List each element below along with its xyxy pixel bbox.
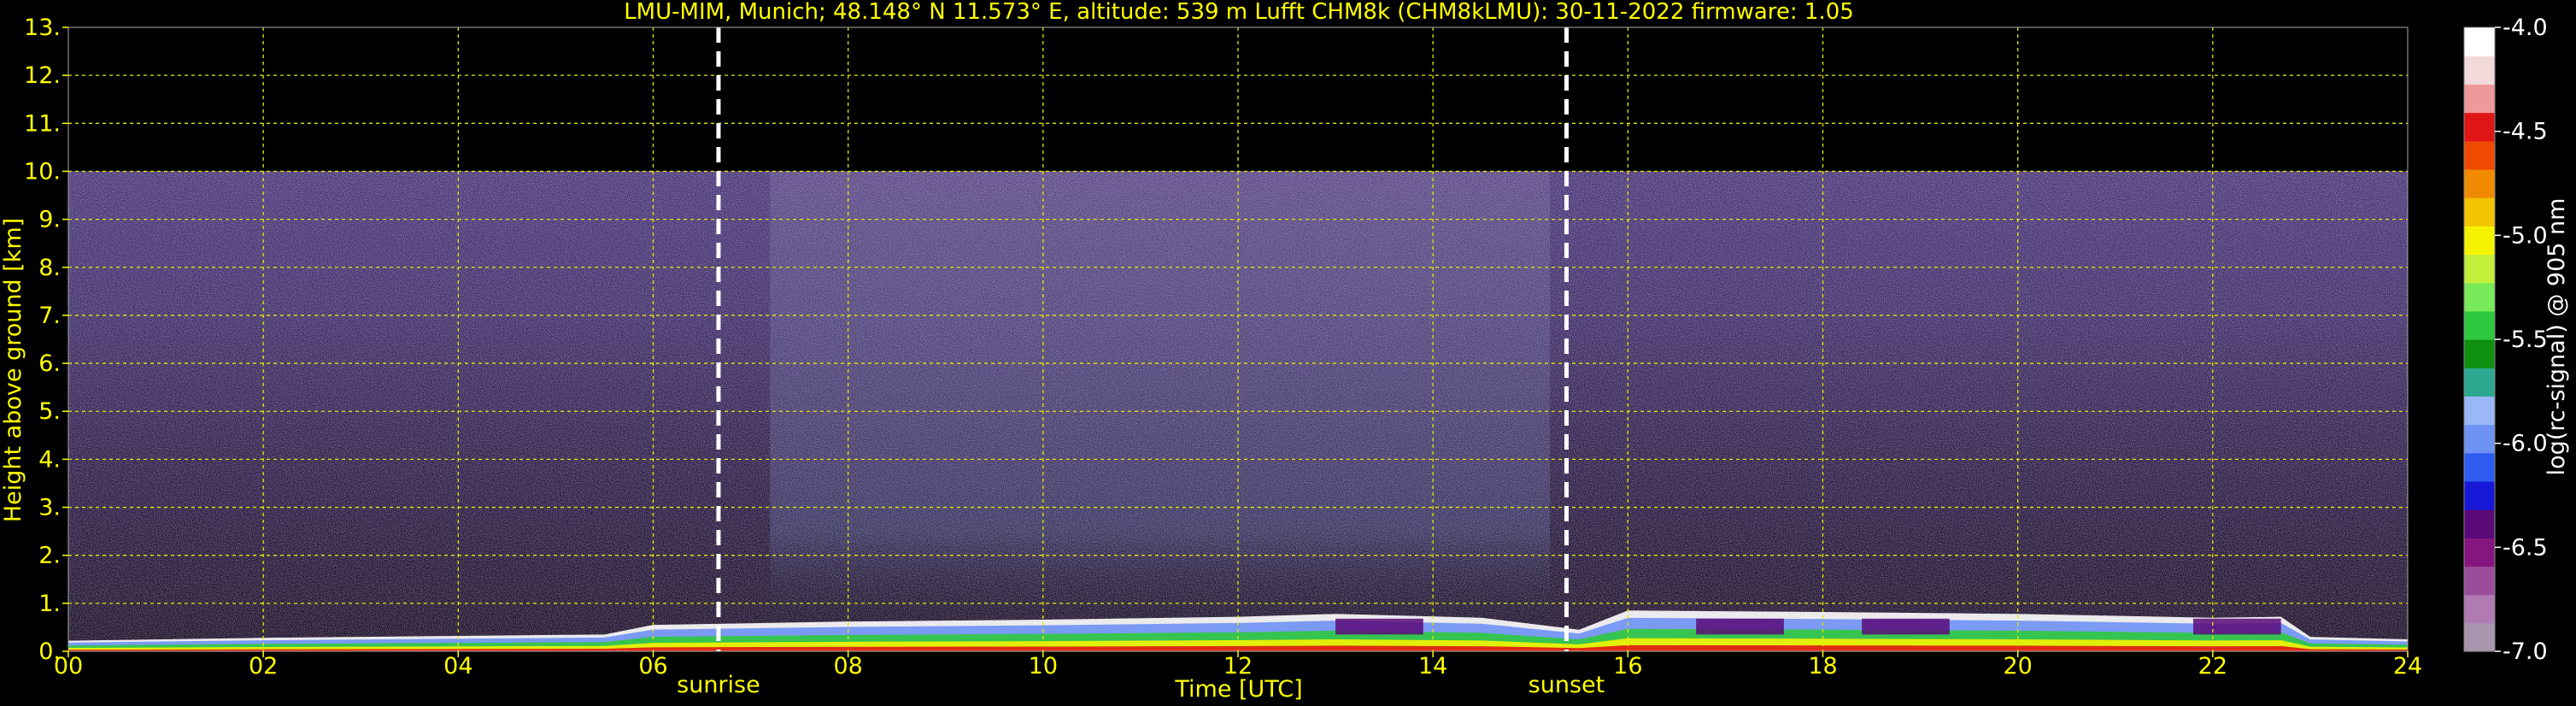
colorbar-tick-label: -4.0 [2503,15,2548,41]
colorbar-segment [2464,56,2495,85]
colorbar-tick-label: -5.0 [2503,222,2548,249]
x-tick-label: 16 [1613,653,1642,680]
colorbar-segment [2464,452,2495,482]
colorbar-segment [2464,140,2495,170]
colorbar-segment [2464,538,2495,568]
colorbar-segment [2464,566,2495,596]
colorbar-segment [2464,480,2495,510]
y-tick-label: 7. [38,303,61,329]
colorbar: -4.0 -4.5 -5.0 -5.5 -6.0 -6.5 -7.0 [2463,15,2548,665]
x-tick-label: 20 [2003,653,2032,680]
x-tick-label: 22 [2198,653,2227,680]
x-tick-label: 14 [1418,653,1447,680]
y-axis-label: Height above ground [km] [0,218,26,522]
y-tick-label: 13. [24,15,61,41]
colorbar-segment [2464,424,2495,454]
colorbar-segment [2464,254,2495,284]
y-tick-label: 8. [38,255,61,281]
colorbar-segment [2464,339,2495,368]
colorbar-segment [2464,168,2495,198]
x-tick-label: 06 [638,653,667,680]
bl-purple-patch [1335,618,1423,635]
sunset-label: sunset [1529,672,1605,698]
colorbar-segment [2464,396,2495,426]
y-tick-label: 9. [38,207,61,233]
y-tick-label: 4. [38,446,61,473]
x-axis-label: Time [UTC] [1174,676,1302,703]
colorbar-segment [2464,368,2495,397]
y-tick-label: 10. [24,158,61,185]
plot-area [68,27,2408,651]
colorbar-segment [2464,197,2495,227]
x-tick-label: 04 [443,653,472,680]
bl-purple-patch [1696,618,1784,635]
y-axis-ticks: 0. 1. 2. 3. 4. 5. 6. 7. 8. 9. 10. 11. 12. 13. [24,15,68,665]
y-tick-label: 0. [38,638,61,665]
y-tick-label: 5. [38,398,61,425]
colorbar-tick-label: -7.0 [2503,638,2548,665]
colorbar-tick-label: -5.5 [2503,327,2548,353]
y-tick-label: 3. [38,495,61,521]
y-tick-label: 12. [24,62,61,89]
ceilometer-figure: 00 02 04 06 08 10 12 14 16 18 20 22 24 0.1.2.3.4.5.6… [0,0,2570,703]
x-tick-label: 24 [2393,653,2422,680]
y-tick-label: 6. [38,350,61,377]
x-tick-label: 10 [1029,653,1058,680]
colorbar-label: log(rc-signal) @ 905 nm [2544,198,2570,476]
sunrise-label: sunrise [677,672,760,698]
y-tick-label: 2. [38,543,61,569]
y-tick-label: 11. [24,110,61,137]
bl-purple-patch [2193,618,2281,635]
colorbar-segment [2464,282,2495,312]
colorbar-segment [2464,310,2495,340]
x-tick-label: 18 [1808,653,1837,680]
x-tick-label: 08 [833,653,862,680]
colorbar-segment [2464,509,2495,538]
colorbar-segment [2464,622,2495,652]
colorbar-segment [2464,84,2495,114]
colorbar-segment [2464,226,2495,256]
colorbar-tick-label: -6.5 [2503,534,2548,561]
x-tick-label: 02 [249,653,278,680]
colorbar-tick-label: -4.5 [2503,119,2548,145]
colorbar-tick-label: -6.0 [2503,431,2548,457]
colorbar-segment [2464,27,2495,56]
bl-purple-patch [1862,618,1950,635]
y-tick-label: 1. [38,591,61,617]
colorbar-segment [2464,112,2495,142]
chart-title: LMU-MIM, Munich; 48.148° N 11.573° E, al… [624,0,1854,25]
colorbar-segment [2464,594,2495,624]
